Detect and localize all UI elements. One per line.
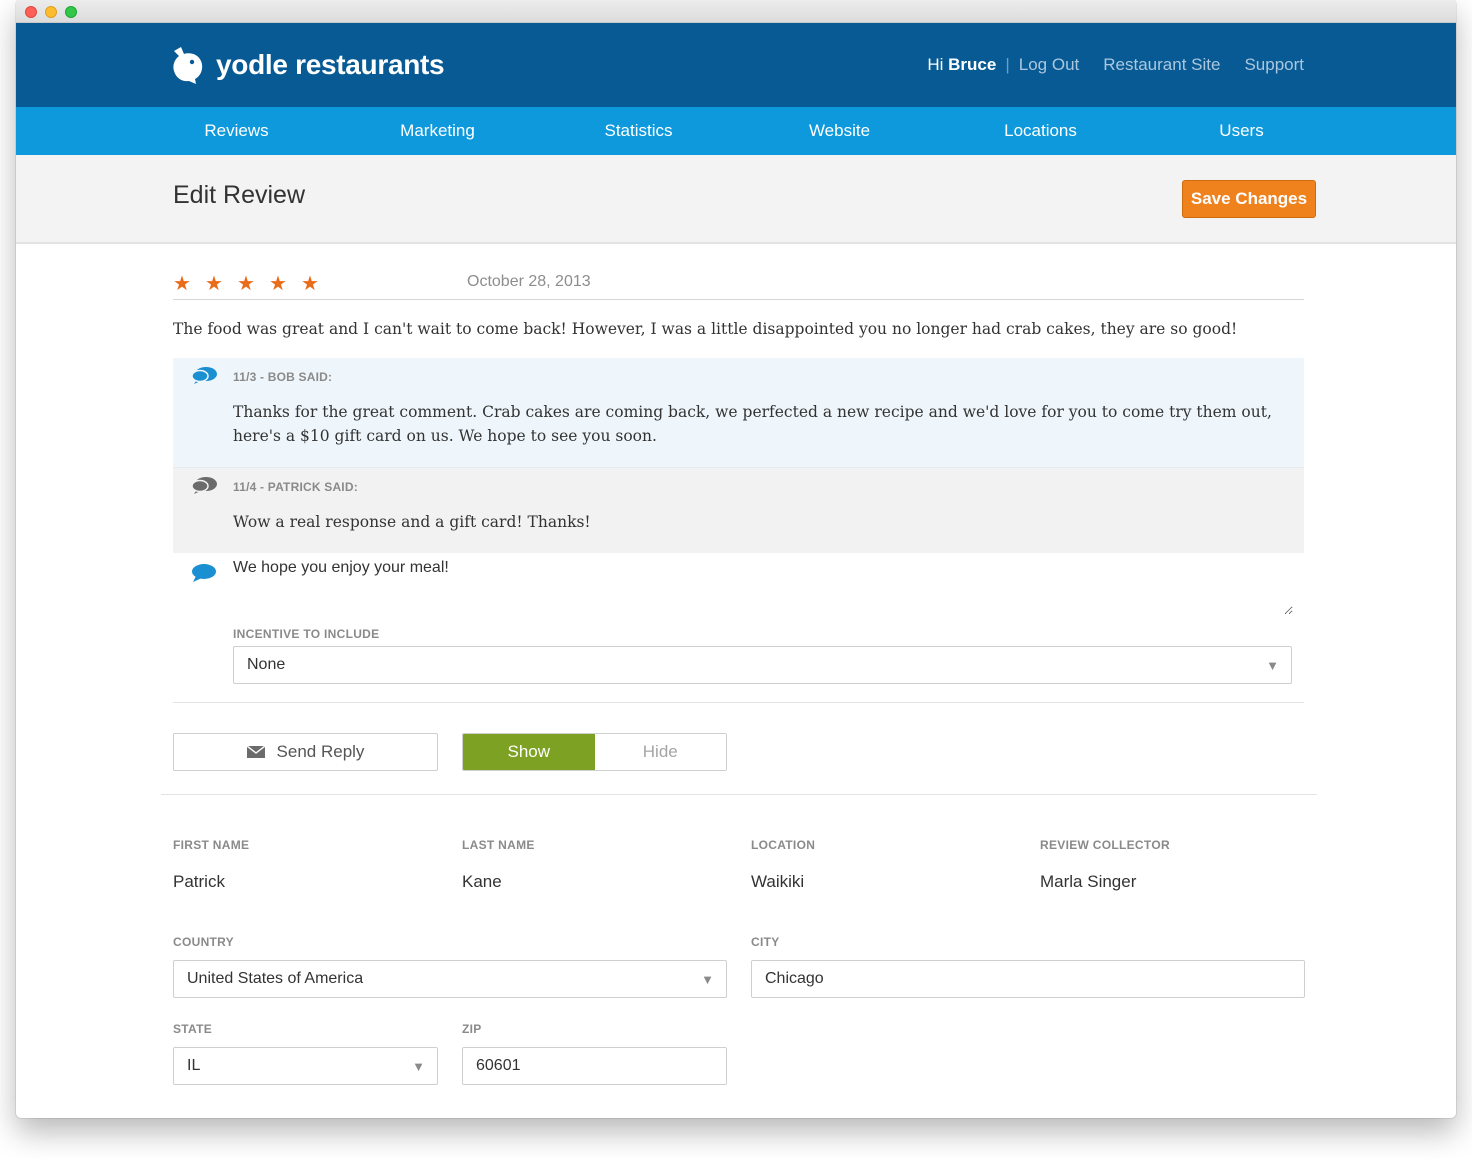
city-input[interactable]: Chicago (751, 960, 1305, 998)
customer-details: FIRST NAME Patrick LAST NAME Kane LOCATI… (173, 795, 1305, 1095)
country-field: COUNTRY United States of America ▼ (173, 935, 727, 998)
greeting-text: Hi (927, 55, 944, 74)
speech-bubble-icon (191, 367, 217, 384)
review-meta: ★ ★ ★ ★ ★ October 28, 2013 (173, 266, 1304, 300)
first-name-value: Patrick (173, 872, 225, 891)
speech-bubble-icon (192, 564, 216, 582)
message-header: 11/3 - BOB SAID: (233, 370, 333, 384)
reply-thread: 11/3 - BOB SAID: Thanks for the great co… (173, 358, 1304, 553)
star-rating: ★ ★ ★ ★ ★ (173, 274, 333, 294)
state-select[interactable]: IL ▼ (173, 1047, 438, 1085)
user-nav: Hi Bruce | Log Out Restaurant Site Suppo… (927, 55, 1304, 75)
envelope-icon (246, 746, 265, 758)
zip-input[interactable]: 60601 (462, 1047, 727, 1085)
chevron-down-icon: ▼ (412, 1059, 425, 1074)
brand-logo[interactable]: yodle restaurants (170, 45, 445, 85)
review-collector-label: REVIEW COLLECTOR (1040, 838, 1170, 852)
speech-bubble-icon (191, 477, 217, 494)
zip-label: ZIP (462, 1022, 482, 1036)
thread-message-staff: 11/3 - BOB SAID: Thanks for the great co… (173, 358, 1304, 468)
location-field: LOCATION Waikiki (751, 838, 815, 892)
hide-toggle-button[interactable]: Hide (594, 734, 726, 770)
message-body: Thanks for the great comment. Crab cakes… (233, 403, 1272, 445)
city-label: CITY (751, 935, 780, 949)
show-toggle-button[interactable]: Show (463, 734, 595, 770)
close-window-button[interactable] (25, 6, 37, 18)
incentive-label: INCENTIVE TO INCLUDE (233, 627, 380, 641)
nav-users[interactable]: Users (1141, 107, 1342, 155)
browser-window: yodle restaurants Hi Bruce | Log Out Res… (16, 0, 1456, 1118)
last-name-value: Kane (462, 872, 502, 891)
star-icon: ★ (237, 273, 255, 295)
message-body: Wow a real response and a gift card! Tha… (233, 513, 591, 531)
chevron-down-icon: ▼ (1266, 658, 1279, 673)
state-label: STATE (173, 1022, 213, 1036)
country-select[interactable]: United States of America ▼ (173, 960, 727, 998)
brand-name: yodle restaurants (216, 49, 445, 80)
review-date: October 28, 2013 (467, 273, 591, 290)
state-value: IL (187, 1057, 201, 1074)
user-greeting: Hi Bruce (927, 55, 996, 75)
page-title: Edit Review (173, 181, 305, 209)
save-changes-button[interactable]: Save Changes (1182, 180, 1316, 218)
visibility-toggle: Show Hide (462, 733, 727, 771)
user-name: Bruce (948, 55, 997, 74)
star-icon: ★ (173, 273, 191, 295)
minimize-window-button[interactable] (45, 6, 57, 18)
zip-field: ZIP 60601 (462, 1022, 727, 1085)
top-header: yodle restaurants Hi Bruce | Log Out Res… (16, 23, 1456, 107)
yodle-logo-icon (173, 47, 203, 84)
first-name-field: FIRST NAME Patrick (173, 838, 249, 892)
nav-marketing[interactable]: Marketing (337, 107, 538, 155)
star-icon: ★ (205, 273, 223, 295)
first-name-label: FIRST NAME (173, 838, 250, 852)
review-editor: ★ ★ ★ ★ ★ October 28, 2013 The food was … (161, 266, 1317, 1095)
page-header: Edit Review Save Changes (16, 155, 1456, 244)
reply-composer: We hope you enjoy your meal! INCENTIVE T… (173, 553, 1304, 703)
incentive-select[interactable]: None ▼ (233, 646, 1292, 684)
location-label: LOCATION (751, 838, 816, 852)
country-value: United States of America (187, 970, 364, 987)
review-collector-value: Marla Singer (1040, 872, 1137, 891)
review-collector-field: REVIEW COLLECTOR Marla Singer (1040, 838, 1170, 892)
send-reply-button[interactable]: Send Reply (173, 733, 438, 771)
restaurant-site-link[interactable]: Restaurant Site (1103, 55, 1220, 75)
main-nav: Reviews Marketing Statistics Website Loc… (16, 107, 1456, 155)
zoom-window-button[interactable] (65, 6, 77, 18)
location-value: Waikiki (751, 872, 805, 891)
country-label: COUNTRY (173, 935, 234, 949)
nav-website[interactable]: Website (739, 107, 940, 155)
incentive-value: None (247, 656, 286, 673)
nav-statistics[interactable]: Statistics (538, 107, 739, 155)
review-text: The food was great and I can't wait to c… (173, 320, 1238, 338)
star-icon: ★ (269, 273, 287, 295)
message-header: 11/4 - PATRICK SAID: (233, 480, 358, 494)
reply-textarea[interactable]: We hope you enjoy your meal! (233, 559, 1293, 615)
review-actions: Send Reply Show Hide (161, 703, 1317, 795)
support-link[interactable]: Support (1244, 55, 1304, 75)
nav-reviews[interactable]: Reviews (136, 107, 337, 155)
last-name-label: LAST NAME (462, 838, 535, 852)
star-icon: ★ (301, 273, 319, 295)
last-name-field: LAST NAME Kane (462, 838, 535, 892)
send-reply-label: Send Reply (276, 742, 365, 761)
city-field: CITY Chicago (751, 935, 1305, 998)
nav-locations[interactable]: Locations (940, 107, 1141, 155)
state-field: STATE IL ▼ (173, 1022, 438, 1085)
thread-message-customer: 11/4 - PATRICK SAID: Wow a real response… (173, 468, 1304, 553)
chevron-down-icon: ▼ (701, 972, 714, 987)
window-titlebar (16, 0, 1456, 23)
logout-link[interactable]: Log Out (1019, 55, 1080, 75)
nav-separator: | (1005, 55, 1010, 74)
